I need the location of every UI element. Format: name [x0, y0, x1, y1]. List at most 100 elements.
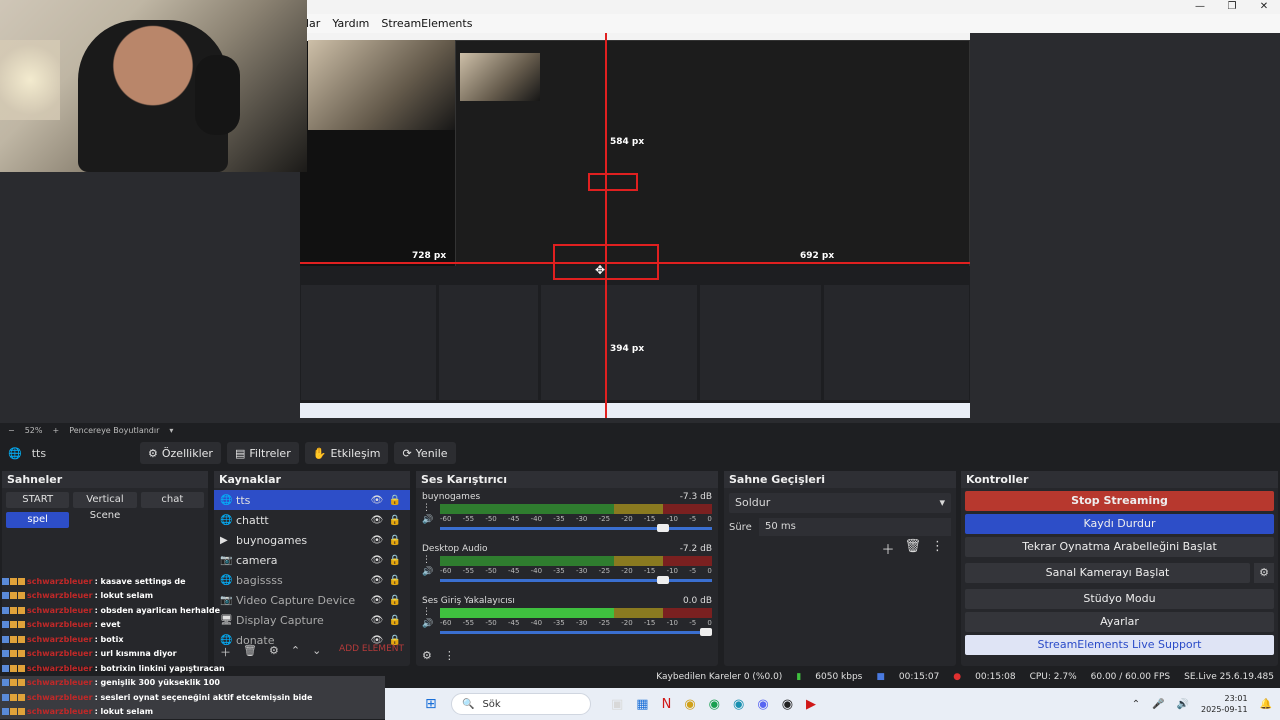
spotify-icon[interactable]: ◉	[709, 697, 720, 712]
notification-icon[interactable]: 🔔	[1260, 699, 1272, 710]
replay-buffer-button[interactable]: Tekrar Oynatma Arabelleğini Başlat	[965, 537, 1274, 557]
trash-icon[interactable]: 🗑	[904, 539, 921, 558]
chrome-icon[interactable]: ◉	[684, 697, 695, 712]
nested-controls	[824, 285, 969, 400]
edge-icon[interactable]: ◉	[733, 697, 744, 712]
eye-icon[interactable]: 👁	[368, 555, 386, 566]
speaker-icon[interactable]: 🔊	[422, 618, 433, 630]
studio-mode-button[interactable]: Stüdyo Modu	[965, 589, 1274, 609]
obs-icon[interactable]: ◉	[782, 697, 793, 712]
scene-vertical-scene[interactable]: Vertical Scene	[73, 492, 137, 521]
scale-tick: -10	[666, 619, 678, 627]
store-icon[interactable]: ▦	[636, 697, 648, 712]
more-icon[interactable]: ⋮	[931, 539, 944, 558]
speaker-icon[interactable]: 🔊	[422, 566, 433, 578]
stop-streaming-button[interactable]: Stop Streaming	[965, 491, 1274, 511]
virtual-camera-button[interactable]: Sanal Kamerayı Başlat	[965, 563, 1250, 583]
windows-start-icon[interactable]: ⊞	[425, 696, 441, 712]
lock-icon[interactable]: 🔒	[386, 515, 404, 526]
source-item-chattt[interactable]: 🌐 chattt 👁 🔒	[214, 510, 410, 530]
menu-item-tools[interactable]: lar	[306, 17, 320, 30]
lock-icon[interactable]: 🔒	[386, 535, 404, 546]
menu-item-streamelements[interactable]: StreamElements	[381, 17, 472, 30]
scene-spel[interactable]: spel	[6, 512, 70, 528]
channel-menu-icon[interactable]: ⋮	[422, 554, 433, 566]
refresh-button[interactable]: ⟳ Yenile	[394, 442, 456, 464]
channel-menu-icon[interactable]: ⋮	[422, 502, 433, 514]
filters-button[interactable]: ▤ Filtreler	[226, 442, 299, 464]
chevron-down-icon[interactable]: ▾	[169, 426, 173, 435]
zoom-out-button[interactable]: −	[8, 426, 15, 435]
selected-source-name: tts	[31, 446, 47, 460]
slider-knob[interactable]	[700, 628, 712, 636]
menu-item-help[interactable]: Yardım	[332, 17, 369, 30]
youtube-icon[interactable]: ▶	[806, 697, 816, 712]
fit-window-label[interactable]: Pencereye Boyutlandır	[69, 426, 159, 435]
source-type-icon: ▶	[220, 534, 228, 546]
eye-icon[interactable]: 👁	[368, 535, 386, 546]
scene-start[interactable]: START	[6, 492, 70, 508]
chat-text: : obsden ayarlican herhalde	[94, 605, 221, 615]
volume-slider[interactable]	[440, 524, 712, 532]
scale-tick: -35	[553, 619, 565, 627]
chat-badges	[2, 621, 25, 629]
scale-tick: -30	[575, 619, 588, 627]
meter-scale: -60 -55 -50 -45 -40 -35 -30 -25 -20 -15 -10 -5 0	[440, 619, 712, 627]
properties-button[interactable]: ⚙ Özellikler	[140, 442, 221, 464]
chat-username: schwarzbleuer	[27, 663, 93, 673]
scene-chat[interactable]: chat	[140, 492, 204, 508]
taskbar-search[interactable]: 🔍 Sök	[451, 693, 591, 715]
discord-icon[interactable]: ◉	[757, 697, 768, 712]
slider-knob[interactable]	[657, 576, 670, 584]
maximize-button[interactable]: ❐	[1216, 0, 1248, 14]
transition-select[interactable]: Soldur ▾	[729, 493, 951, 513]
mixer-menu-icon[interactable]: ⋮	[444, 649, 455, 662]
mixer-settings-icon[interactable]: ⚙	[422, 649, 432, 662]
tray-chevron-icon[interactable]: ⌃	[1132, 699, 1140, 710]
lock-icon[interactable]: 🔒	[386, 595, 404, 606]
slider-knob[interactable]	[657, 524, 670, 532]
source-item-tts[interactable]: 🌐 tts 👁 🔒	[214, 490, 410, 510]
add-transition-icon[interactable]: ＋	[881, 539, 894, 558]
scale-tick: -15	[643, 567, 656, 575]
clock[interactable]: 23:01 2025-09-11	[1201, 693, 1248, 715]
speaker-icon[interactable]: 🔊	[1177, 699, 1189, 710]
interact-button[interactable]: ✋ Etkileşim	[304, 442, 389, 464]
channel-db: -7.2 dB	[679, 544, 712, 554]
chat-overlay: schwarzbleuer: kasave settings de schwarz…	[0, 574, 385, 720]
source-item-buynogames[interactable]: ▶ buynogames 👁 🔒	[214, 530, 410, 550]
fps: 60.00 / 60.00 FPS	[1090, 672, 1171, 682]
volume-slider[interactable]	[440, 576, 712, 584]
duration-input[interactable]: 50 ms	[759, 518, 951, 536]
minimize-button[interactable]: —	[1184, 0, 1216, 14]
speaker-icon[interactable]: 🔊	[422, 514, 433, 526]
source-item-camera[interactable]: 📷 camera 👁 🔒	[214, 550, 410, 570]
eye-icon[interactable]: 👁	[368, 515, 386, 526]
microphone-icon[interactable]: 🎤	[1152, 699, 1164, 710]
netflix-icon[interactable]: N	[662, 697, 672, 712]
lock-icon[interactable]: 🔒	[386, 575, 404, 586]
stop-recording-button[interactable]: Kaydı Durdur	[965, 514, 1274, 534]
scenes-grid: START Vertical Scene chat spel	[2, 488, 208, 532]
virtual-camera-row: Sanal Kamerayı Başlat ⚙	[961, 560, 1278, 586]
chat-username: schwarzbleuer	[27, 634, 93, 644]
chat-text: : lokut selam	[94, 707, 154, 717]
meter-scale: -60 -55 -50 -45 -40 -35 -30 -25 -20 -15 -10 -5 0	[440, 515, 712, 523]
se-support-button[interactable]: StreamElements Live Support	[965, 635, 1274, 655]
preview-canvas[interactable]: 584 px 728 px 692 px 394 px ✥	[300, 33, 970, 418]
virtual-camera-gear-icon[interactable]: ⚙	[1254, 563, 1274, 583]
record-time: 00:15:08	[975, 672, 1016, 682]
scale-tick: -10	[666, 515, 678, 523]
channel-menu-icon[interactable]: ⋮	[422, 606, 433, 618]
lock-icon[interactable]: 🔒	[386, 555, 404, 566]
eye-icon[interactable]: 👁	[368, 495, 386, 506]
chat-text: : lokut selam	[94, 591, 154, 601]
settings-button[interactable]: Ayarlar	[965, 612, 1274, 632]
volume-slider[interactable]	[440, 628, 712, 636]
close-button[interactable]: ✕	[1248, 0, 1280, 14]
zoom-in-button[interactable]: +	[52, 426, 59, 435]
source-bounding-box[interactable]	[553, 244, 659, 280]
lock-icon[interactable]: 🔒	[386, 495, 404, 506]
lock-icon[interactable]: 🔒	[386, 615, 404, 626]
task-view-icon[interactable]: ▣	[611, 697, 623, 712]
